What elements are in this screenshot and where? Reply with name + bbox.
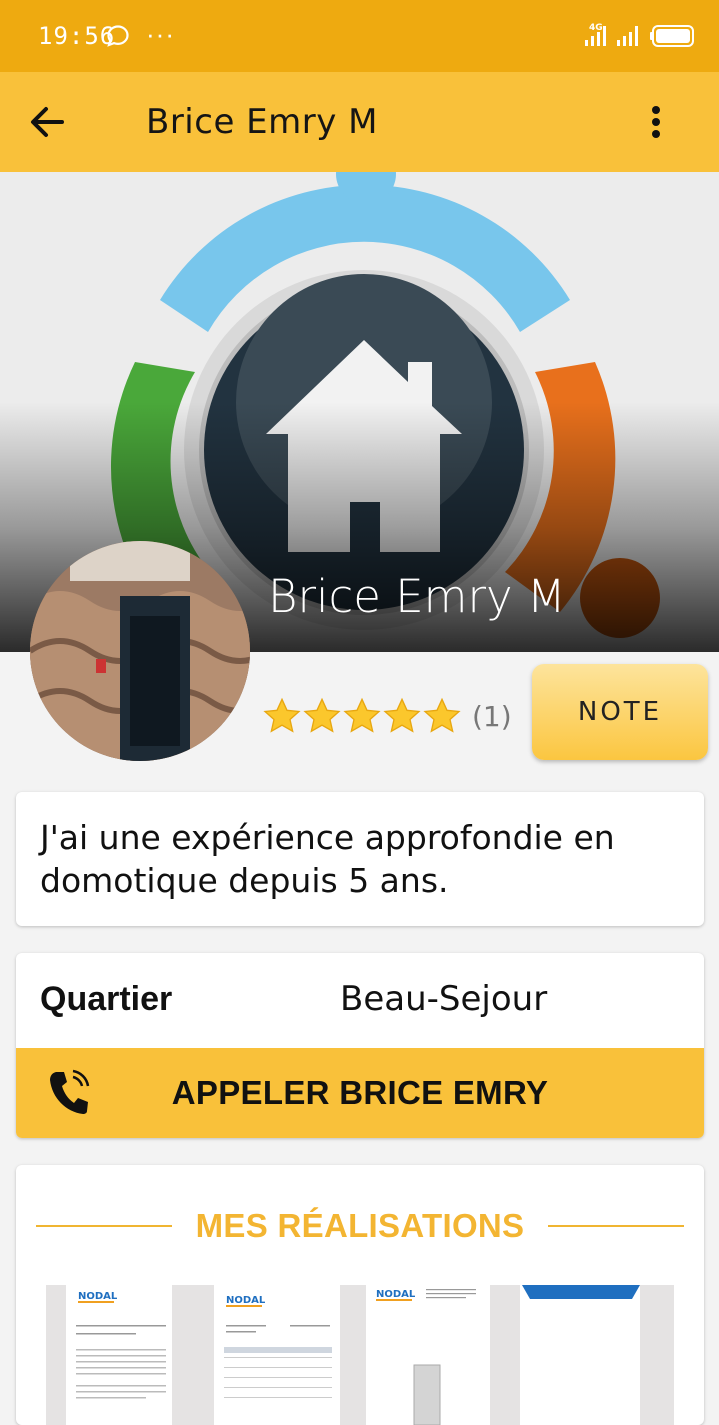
document-preview: NODAL — [66, 1285, 172, 1425]
status-bar: 19:56 ··· 4G — [0, 0, 719, 72]
realisation-thumbnail[interactable]: NODAL — [366, 1285, 512, 1425]
arrow-left-icon[interactable] — [22, 100, 70, 144]
document-preview: NODAL — [214, 1285, 340, 1425]
realisations-header: MES RÉALISATIONS — [16, 1205, 704, 1245]
note-button[interactable]: NOTE — [532, 664, 708, 760]
avatar[interactable] — [30, 541, 250, 761]
thumb-brand: NODAL — [226, 1295, 266, 1306]
chat-bubble-icon — [107, 25, 129, 47]
network-type: 4G — [589, 23, 603, 33]
rating: (1) — [262, 694, 512, 738]
description-card: J'ai une expérience approfondie en domot… — [16, 792, 704, 926]
realisations-card: MES RÉALISATIONS NODAL NODAL NODAL — [16, 1165, 704, 1425]
realisation-thumbnail[interactable] — [512, 1285, 674, 1425]
thumb-brand: NODAL — [376, 1289, 416, 1300]
document-preview — [512, 1285, 640, 1425]
star-icon — [383, 697, 421, 733]
call-button-label: APPELER BRICE EMRY — [171, 1074, 549, 1111]
app-bar: Brice Emry M — [0, 72, 719, 172]
page-title: Brice Emry M — [146, 102, 379, 142]
star-icon — [263, 697, 301, 733]
realisation-thumbnail[interactable]: NODAL — [190, 1285, 366, 1425]
description-text: J'ai une expérience approfondie en domot… — [40, 818, 615, 900]
call-button[interactable]: APPELER BRICE EMRY — [16, 1048, 704, 1138]
realisation-thumbnail[interactable]: NODAL — [46, 1285, 190, 1425]
info-card: Quartier Beau-Sejour APPELER BRICE EMRY — [16, 953, 704, 1138]
rating-count: (1) — [472, 699, 512, 733]
quartier-label: Quartier — [40, 980, 173, 1018]
profile-name: Brice Emry M — [268, 570, 566, 623]
signal-icon: 4G — [585, 23, 606, 46]
status-more-dots: ··· — [146, 19, 175, 49]
star-icon — [343, 697, 381, 733]
more-vert-icon[interactable] — [636, 100, 676, 144]
star-icon — [423, 697, 461, 733]
status-icons: 4G — [585, 23, 694, 47]
status-time: 19:56 — [38, 22, 116, 50]
document-preview: NODAL — [376, 1285, 512, 1425]
quartier-value: Beau-Sejour — [340, 979, 548, 1019]
signal-icon-2 — [617, 26, 638, 46]
star-icon — [303, 697, 341, 733]
avatar-photo — [30, 541, 250, 761]
battery-icon — [650, 25, 694, 47]
divider-right — [548, 1225, 684, 1227]
thumb-brand: NODAL — [78, 1291, 118, 1302]
